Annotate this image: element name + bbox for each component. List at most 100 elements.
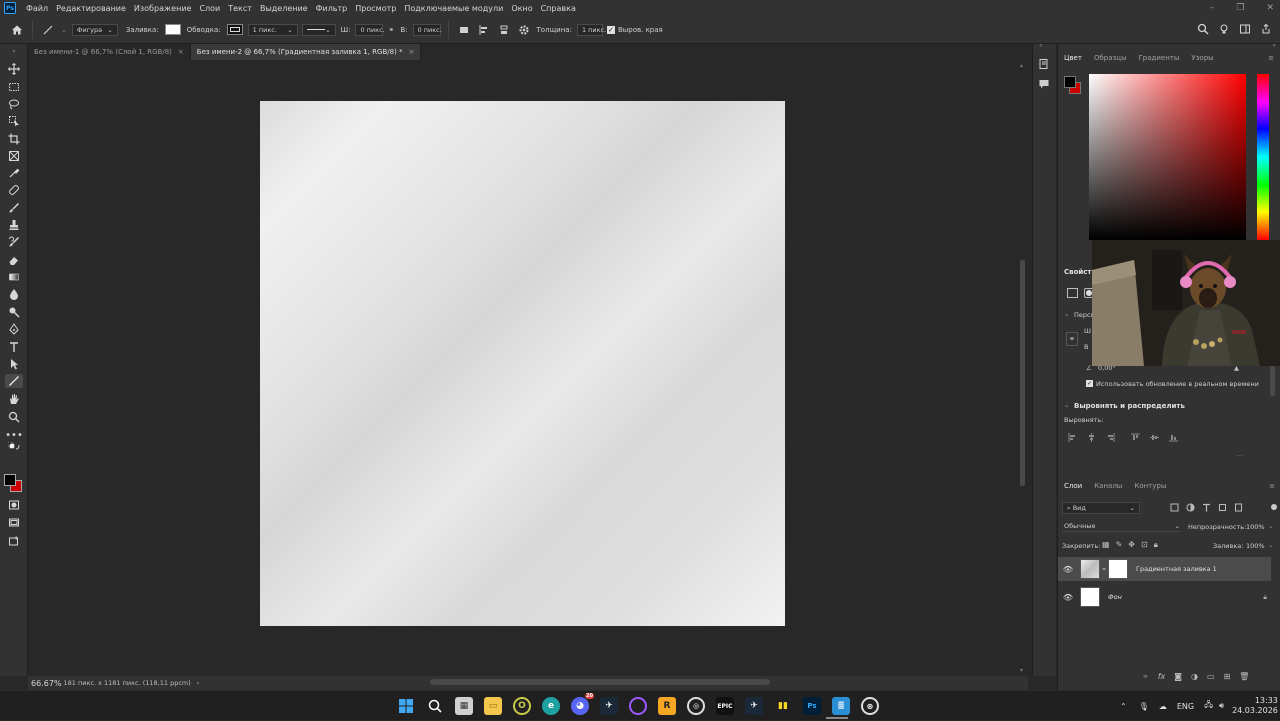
layer-name[interactable]: Фон (1108, 593, 1122, 601)
foreground-color-swatch[interactable] (4, 474, 16, 486)
history-panel-icon[interactable] (1038, 58, 1050, 72)
lasso-tool-icon[interactable] (5, 97, 23, 111)
align-center-v-icon[interactable] (1150, 433, 1159, 444)
color-picker-field[interactable] (1089, 74, 1246, 240)
visibility-eye-icon[interactable]: 👁︎ (1058, 565, 1078, 574)
chevron-down-icon[interactable]: ⌄ (1268, 541, 1273, 549)
opacity-value[interactable]: 100% (1246, 523, 1265, 531)
close-icon[interactable]: ✕ (1266, 3, 1274, 13)
search-icon[interactable] (426, 697, 444, 715)
onedrive-icon[interactable]: ☁︎ (1159, 702, 1167, 711)
windows-start-icon[interactable] (397, 697, 415, 715)
hand-tool-icon[interactable] (5, 392, 23, 406)
epic-games-icon[interactable]: EPIC (716, 697, 734, 715)
link-icon[interactable]: ⚭ (388, 26, 394, 34)
align-more-options[interactable]: ... (1236, 450, 1242, 458)
menu-type[interactable]: Текст (224, 4, 256, 13)
status-menu-arrow[interactable]: › (197, 679, 200, 687)
collapse-panels-icon[interactable]: » (1272, 42, 1276, 49)
zoom-level[interactable]: 66.67% (31, 679, 62, 688)
tab-channels[interactable]: Каналы (1088, 478, 1128, 494)
fill-value[interactable]: 100% (1246, 542, 1265, 550)
clone-stamp-tool-icon[interactable] (5, 218, 23, 232)
visibility-eye-icon[interactable]: 👁︎ (1058, 593, 1078, 602)
tab-color[interactable]: Цвет (1058, 50, 1088, 66)
frame-tool-icon[interactable] (5, 149, 23, 163)
height-field[interactable]: 0 пикс. (412, 23, 442, 36)
menu-view[interactable]: Просмотр (351, 4, 400, 13)
tab-document-2[interactable]: Без имени-2 @ 66,7% (Градиентная заливка… (190, 44, 422, 60)
search-icon[interactable] (1197, 23, 1209, 37)
lock-pixels-icon[interactable]: ✎ (1116, 540, 1123, 550)
layer-name[interactable]: Градиентная заливка 1 (1136, 565, 1217, 573)
workspace-icon[interactable] (1239, 23, 1251, 37)
layer-row-gradient-fill[interactable]: 👁︎ ⚭ Градиентная заливка 1 (1058, 557, 1271, 581)
dodge-tool-icon[interactable] (5, 305, 23, 319)
align-distribute-title[interactable]: Выровнять и распределить (1074, 402, 1185, 410)
stroke-type-select[interactable]: ⌄ (301, 23, 336, 36)
filter-pixel-icon[interactable] (1170, 503, 1179, 514)
discord-icon[interactable]: ◕ 20 (571, 693, 594, 715)
adjustment-layer-icon[interactable]: ◑ (1191, 672, 1198, 681)
tab-patterns[interactable]: Узоры (1185, 50, 1219, 66)
object-selection-tool-icon[interactable] (5, 114, 23, 128)
chevron-down-icon[interactable]: ⌄ (1064, 401, 1069, 409)
generative-fill-icon[interactable] (5, 534, 23, 548)
marquee-tool-icon[interactable] (5, 80, 23, 94)
canvas-area[interactable] (28, 60, 1018, 676)
volume-icon[interactable]: 🔊︎ (1219, 701, 1224, 711)
eyedropper-tool-icon[interactable] (5, 166, 23, 180)
blend-mode-select[interactable]: Обычные ⌄ (1062, 520, 1182, 532)
crop-tool-icon[interactable] (5, 132, 23, 146)
add-mask-icon[interactable]: ◙ (1174, 672, 1182, 681)
network-icon[interactable]: 🖧︎ (1204, 699, 1213, 713)
steam-alt-icon[interactable]: ✈ (745, 697, 763, 715)
tab-document-1[interactable]: Без имени-1 @ 66,7% (Слой 1, RGB/8) × (28, 44, 191, 60)
filter-smart-object-icon[interactable] (1234, 503, 1243, 514)
line-tool-icon[interactable] (5, 374, 23, 388)
line-tool-preset-icon[interactable] (41, 23, 55, 37)
tab-swatches[interactable]: Образцы (1088, 50, 1133, 66)
home-icon[interactable] (10, 23, 24, 37)
obs-icon[interactable]: ⊛ (861, 697, 879, 715)
history-brush-tool-icon[interactable] (5, 235, 23, 249)
vertical-scroll-thumb[interactable] (1020, 260, 1025, 486)
notepad-icon[interactable]: ≣ (832, 697, 850, 715)
maximize-icon[interactable]: ❐ (1236, 3, 1244, 13)
lock-artboard-icon[interactable]: ⊡ (1141, 540, 1148, 550)
rockstar-icon[interactable]: R (658, 697, 676, 715)
link-icon[interactable]: ⚭ (1066, 332, 1078, 346)
close-icon[interactable]: × (409, 48, 415, 56)
lightbulb-icon[interactable] (1218, 23, 1230, 37)
fx-icon[interactable]: fx (1158, 672, 1166, 681)
panel-menu-icon[interactable]: ≡ (1268, 54, 1274, 62)
pen-tool-icon[interactable] (5, 322, 23, 336)
photoshop-logo-icon[interactable]: Ps (4, 2, 16, 14)
tab-paths[interactable]: Контуры (1128, 478, 1172, 494)
align-edges-checkbox[interactable]: ✓ (606, 25, 615, 34)
stroke-swatch[interactable] (226, 24, 243, 35)
hue-slider[interactable] (1257, 74, 1269, 240)
path-selection-tool-icon[interactable] (5, 357, 23, 371)
more-tools-icon[interactable]: ••• (5, 428, 23, 442)
comments-panel-icon[interactable] (1038, 78, 1050, 92)
filter-toggle-icon[interactable] (1270, 503, 1278, 514)
menu-help[interactable]: Справка (537, 4, 580, 13)
minimize-icon[interactable]: – (1210, 3, 1215, 13)
menu-select[interactable]: Выделение (256, 4, 312, 13)
link-icon[interactable]: ⚭ (1100, 566, 1108, 573)
app-ring-icon[interactable] (629, 697, 647, 715)
layer-kind-filter[interactable]: ⌕ Вид ⌄ (1062, 502, 1140, 514)
trash-icon[interactable]: 🗑︎ (1239, 672, 1249, 681)
menu-filter[interactable]: Фильтр (312, 4, 352, 13)
menu-window[interactable]: Окно (507, 4, 536, 13)
align-left-icon[interactable] (1068, 433, 1077, 444)
align-right-icon[interactable] (1106, 433, 1115, 444)
align-bottom-icon[interactable] (1169, 433, 1178, 444)
stroke-width-field[interactable]: 1 пикс. ⌄ (247, 23, 298, 36)
align-top-icon[interactable] (1131, 433, 1140, 444)
language-indicator[interactable]: ENG (1177, 702, 1194, 711)
new-group-icon[interactable]: ▭ (1207, 672, 1215, 681)
healing-brush-tool-icon[interactable] (5, 183, 23, 197)
photoshop-taskbar-icon[interactable]: Ps (803, 697, 821, 715)
